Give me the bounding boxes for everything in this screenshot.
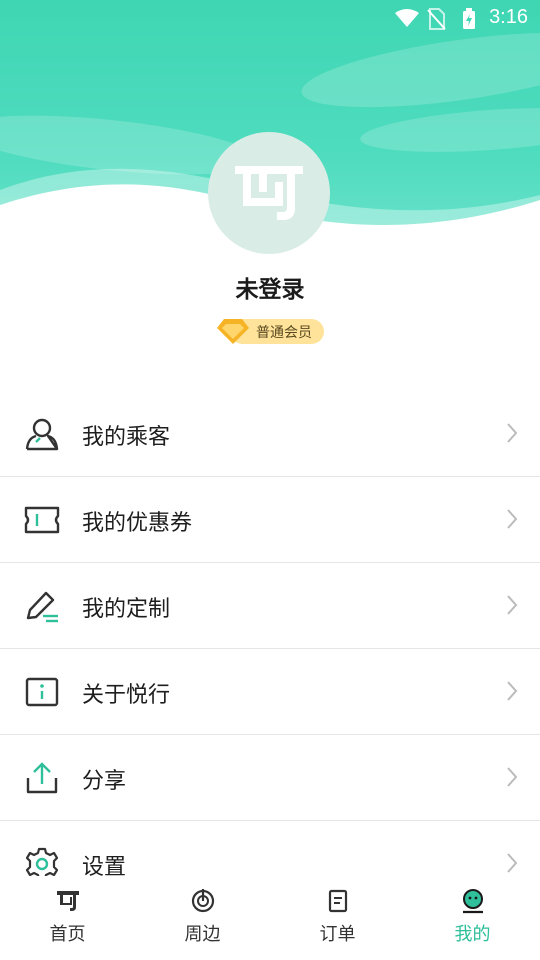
edit-pen-icon <box>26 591 58 623</box>
home-logo-icon <box>57 891 79 911</box>
battery-charging-icon <box>463 8 475 29</box>
tab-mine[interactable]: 我的 <box>405 876 540 960</box>
member-badge-label: 普通会员 <box>256 325 312 341</box>
nearby-icon <box>191 889 215 913</box>
wifi-icon <box>395 9 419 27</box>
status-bar: 3:16 <box>0 0 540 36</box>
no-sim-icon <box>427 8 446 30</box>
member-badge: 普通会员 <box>216 318 324 345</box>
menu-item-share[interactable]: 分享 <box>0 735 540 821</box>
menu-label-about: 关于悦行 <box>82 683 171 708</box>
tab-nearby[interactable]: 周边 <box>135 876 270 960</box>
app-logo-icon <box>235 166 303 220</box>
chevron-right-icon <box>507 595 518 615</box>
tab-orders[interactable]: 订单 <box>270 876 405 960</box>
menu-item-custom[interactable]: 我的定制 <box>0 563 540 649</box>
coupon-icon <box>24 506 60 534</box>
chevron-right-icon <box>507 423 518 443</box>
tab-label-nearby: 周边 <box>184 924 221 945</box>
tab-label-orders: 订单 <box>319 924 356 945</box>
profile-icon <box>463 889 483 914</box>
chevron-right-icon <box>507 681 518 701</box>
chevron-right-icon <box>507 767 518 787</box>
menu-label-custom: 我的定制 <box>82 597 171 622</box>
username[interactable]: 未登录 <box>0 270 540 304</box>
tab-label-home: 首页 <box>49 924 86 945</box>
tab-label-mine: 我的 <box>454 924 491 945</box>
order-icon <box>328 889 348 913</box>
menu-label-passengers: 我的乘客 <box>82 425 171 450</box>
menu-list: 我的乘客 我的优惠券 我的定制 关于悦行 分享 设置 <box>0 391 540 907</box>
avatar[interactable] <box>208 132 330 254</box>
passenger-icon <box>25 418 59 451</box>
diamond-icon <box>217 319 249 344</box>
tab-home[interactable]: 首页 <box>0 876 135 960</box>
menu-item-coupons[interactable]: 我的优惠券 <box>0 477 540 563</box>
menu-label-share: 分享 <box>82 769 127 794</box>
chevron-right-icon <box>507 853 518 873</box>
info-icon <box>25 677 59 707</box>
status-time: 3:16 <box>489 6 528 28</box>
share-icon <box>26 762 58 794</box>
menu-item-about[interactable]: 关于悦行 <box>0 649 540 735</box>
chevron-right-icon <box>507 509 518 529</box>
bottom-tab-bar: 首页 周边 订单 我的 <box>0 876 540 960</box>
menu-label-coupons: 我的优惠券 <box>82 511 193 536</box>
menu-item-passengers[interactable]: 我的乘客 <box>0 391 540 477</box>
